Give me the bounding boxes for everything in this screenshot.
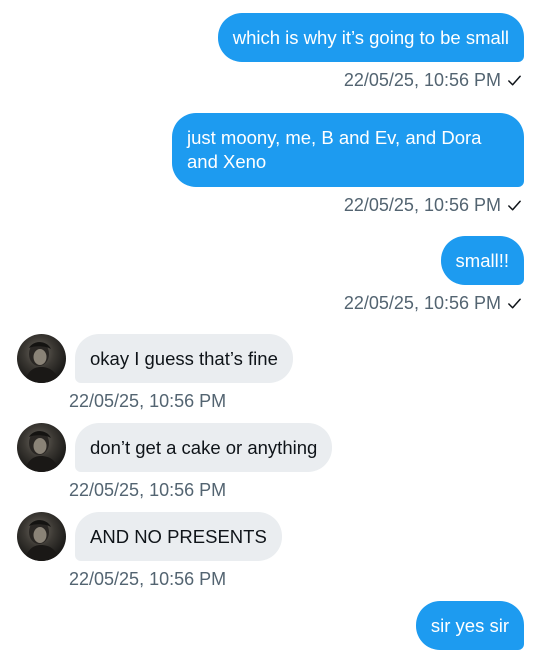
message-bubble[interactable]: okay I guess that’s fine <box>75 334 293 383</box>
message-bubble[interactable]: AND NO PRESENTS <box>75 512 282 561</box>
message-timestamp: 22/05/25, 10:56 PM <box>69 391 227 411</box>
message-meta: 22/05/25, 10:56 PM <box>344 195 524 216</box>
message-bubble[interactable]: small!! <box>440 236 524 285</box>
message-bubble[interactable]: which is why it’s going to be small <box>217 13 524 62</box>
message-outgoing: sir yes sir <box>415 601 524 650</box>
message-timestamp: 22/05/25, 10:56 PM <box>69 569 227 589</box>
message-outgoing: which is why it’s going to be small 22/0… <box>217 13 524 91</box>
check-icon <box>508 298 521 309</box>
message-timestamp: 22/05/25, 10:56 PM <box>69 480 227 500</box>
message-incoming: AND NO PRESENTS 22/05/25, 10:56 PM <box>17 512 282 590</box>
message-thread: which is why it’s going to be small 22/0… <box>0 0 540 654</box>
message-outgoing: small!! 22/05/25, 10:56 PM <box>344 236 524 314</box>
message-timestamp: 22/05/25, 10:56 PM <box>343 293 501 313</box>
message-bubble[interactable]: just moony, me, B and Ev, and Dora and X… <box>172 113 524 187</box>
message-meta: 22/05/25, 10:56 PM <box>344 70 524 91</box>
avatar[interactable] <box>17 512 66 561</box>
avatar[interactable] <box>17 423 66 472</box>
message-bubble[interactable]: don’t get a cake or anything <box>75 423 333 472</box>
check-icon <box>508 75 521 86</box>
message-outgoing: just moony, me, B and Ev, and Dora and X… <box>172 113 524 216</box>
message-bubble[interactable]: sir yes sir <box>415 601 524 650</box>
message-timestamp: 22/05/25, 10:56 PM <box>343 195 501 215</box>
message-incoming: okay I guess that’s fine 22/05/25, 10:56… <box>17 334 293 412</box>
message-timestamp: 22/05/25, 10:56 PM <box>343 70 501 90</box>
message-meta: 22/05/25, 10:56 PM <box>344 293 524 314</box>
avatar[interactable] <box>17 334 66 383</box>
check-icon <box>508 200 521 211</box>
message-incoming: don’t get a cake or anything 22/05/25, 1… <box>17 423 333 501</box>
